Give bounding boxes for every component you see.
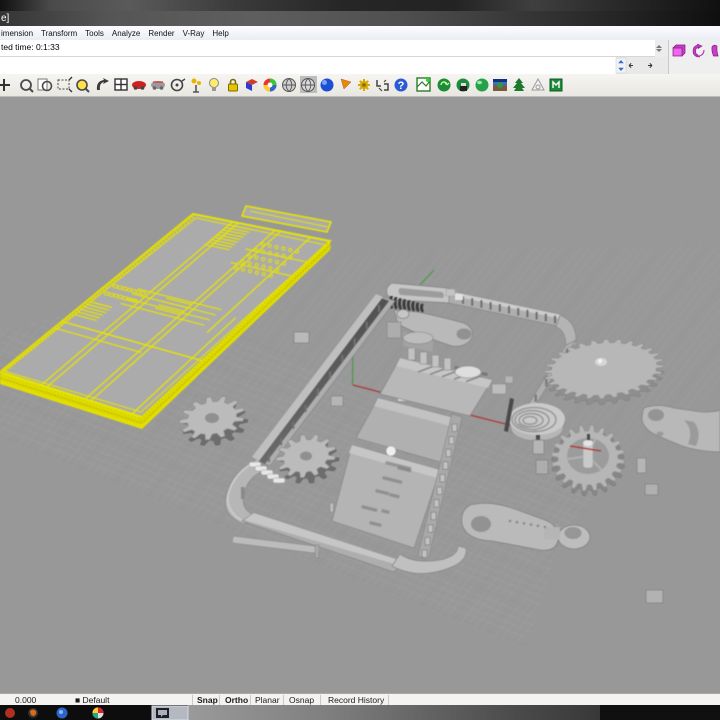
svg-text:?: ? [398, 80, 405, 92]
